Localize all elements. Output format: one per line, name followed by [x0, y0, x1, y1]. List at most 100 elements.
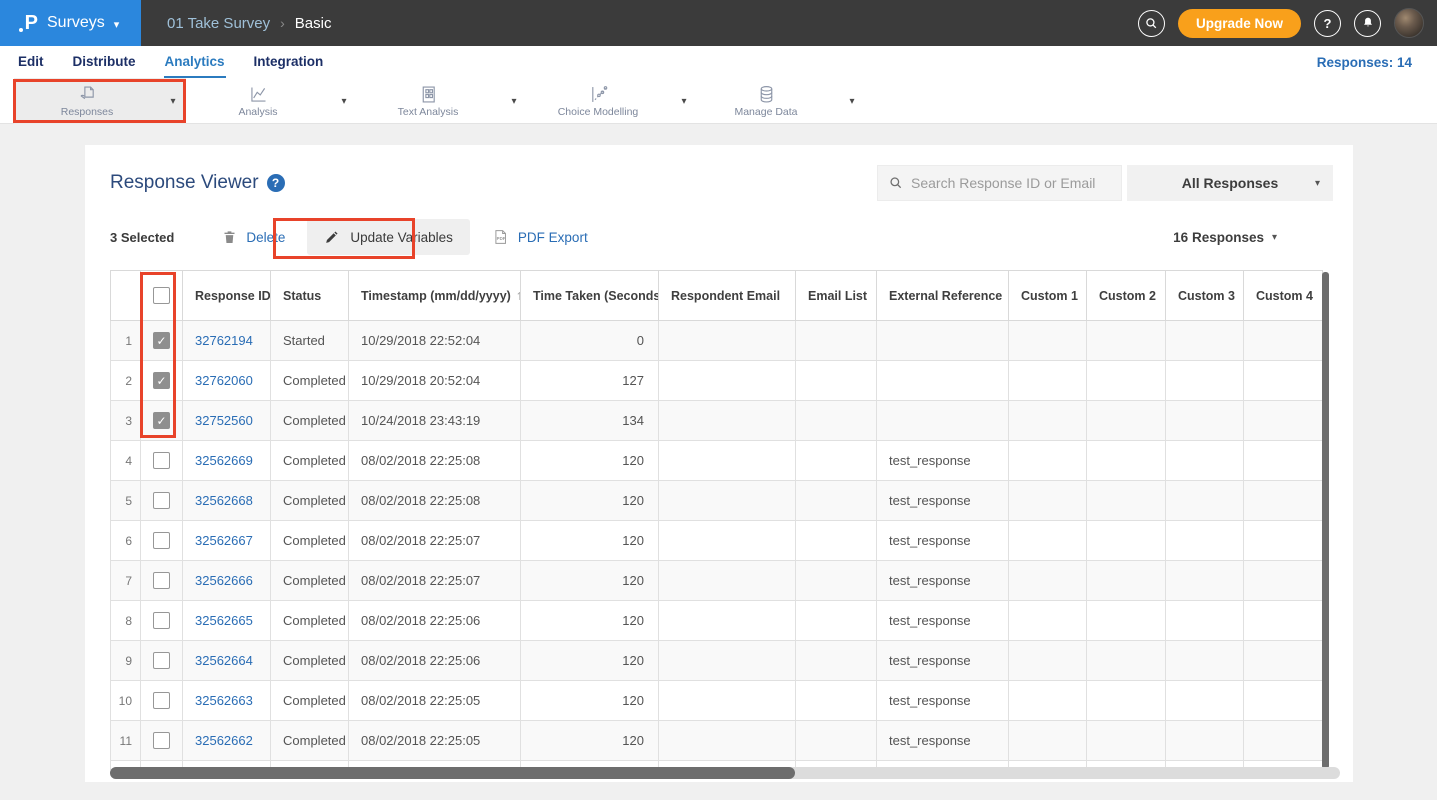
sort-icon[interactable]: ⇅	[517, 291, 521, 303]
row-checkbox[interactable]	[153, 652, 170, 669]
table-row: 432562669Completed08/02/2018 22:25:08120…	[111, 441, 1323, 481]
title-help-icon[interactable]: ?	[267, 174, 285, 192]
breadcrumb-current-page: Basic	[295, 15, 332, 32]
row-checkbox[interactable]	[153, 612, 170, 629]
tab-analytics[interactable]: Analytics	[164, 46, 226, 78]
row-checkbox-cell[interactable]: ✓	[141, 361, 183, 401]
select-all-header	[141, 271, 183, 321]
response-id-link[interactable]: 32762194	[183, 321, 271, 361]
page-title: Response Viewer ?	[110, 172, 285, 194]
table-header-row: Response ID⇅StatusTimestamp (mm/dd/yyyy)…	[111, 271, 1323, 321]
response-search-input[interactable]	[911, 175, 1110, 191]
table-row: 732562666Completed08/02/2018 22:25:07120…	[111, 561, 1323, 601]
timestamp-cell: 08/02/2018 22:25:06	[349, 641, 521, 681]
product-menu[interactable]: P Surveys ▾	[0, 0, 141, 46]
row-number: 11	[111, 721, 141, 761]
response-id-link[interactable]: 32562669	[183, 441, 271, 481]
horizontal-scrollbar-thumb[interactable]	[110, 767, 795, 779]
row-checkbox-cell[interactable]	[141, 641, 183, 681]
row-checkbox-cell[interactable]	[141, 561, 183, 601]
search-button[interactable]	[1138, 10, 1165, 37]
column-header-email-list: Email List	[796, 271, 877, 321]
notifications-button[interactable]	[1354, 10, 1381, 37]
response-id-link[interactable]: 32562663	[183, 681, 271, 721]
row-checkbox[interactable]	[153, 452, 170, 469]
horizontal-scrollbar-track[interactable]	[110, 767, 1340, 779]
row-checkbox[interactable]: ✓	[153, 372, 170, 389]
status-cell: Started	[271, 321, 349, 361]
select-all-checkbox[interactable]	[153, 287, 170, 304]
table-row: 832562665Completed08/02/2018 22:25:06120…	[111, 601, 1323, 641]
toolbar-item-text-analysis[interactable]: Text Analysis ▾	[355, 78, 527, 124]
chevron-down-icon: ▾	[1315, 178, 1320, 189]
response-id-link[interactable]: 32562662	[183, 721, 271, 761]
breadcrumb-survey-link[interactable]: 01 Take Survey	[167, 15, 270, 32]
response-id-link[interactable]: 32562667	[183, 521, 271, 561]
help-button[interactable]: ?	[1314, 10, 1341, 37]
row-checkbox-cell[interactable]	[141, 521, 183, 561]
user-avatar[interactable]	[1394, 8, 1424, 38]
row-checkbox-cell[interactable]	[141, 481, 183, 521]
row-checkbox[interactable]	[153, 572, 170, 589]
row-checkbox[interactable]	[153, 732, 170, 749]
custom-2-cell	[1087, 641, 1166, 681]
update-variables-button[interactable]: Update Variables	[307, 219, 470, 255]
delete-button[interactable]: Delete	[222, 229, 285, 245]
pencil-icon	[324, 230, 339, 245]
vertical-scrollbar[interactable]	[1322, 272, 1329, 769]
row-checkbox-cell[interactable]	[141, 441, 183, 481]
row-checkbox-cell[interactable]	[141, 681, 183, 721]
survey-nav: Edit Distribute Analytics Integration Respo…	[0, 46, 1437, 78]
pdf-export-button[interactable]: PDF PDF Export	[492, 228, 588, 246]
response-id-link[interactable]: 32562668	[183, 481, 271, 521]
response-filter-dropdown[interactable]: All Responses ▾	[1127, 165, 1333, 201]
response-id-link[interactable]: 32562666	[183, 561, 271, 601]
chevron-down-icon[interactable]: ▾	[839, 96, 865, 107]
toolbar-item-responses[interactable]: Responses ▾	[14, 78, 186, 124]
chevron-down-icon[interactable]: ▾	[501, 96, 527, 107]
time-taken-cell: 120	[521, 681, 659, 721]
tab-edit[interactable]: Edit	[17, 46, 45, 78]
page-size-value: 16 Responses	[1173, 230, 1264, 245]
row-checkbox[interactable]: ✓	[153, 412, 170, 429]
time-taken-cell: 120	[521, 641, 659, 681]
row-checkbox-cell[interactable]: ✓	[141, 321, 183, 361]
row-number: 8	[111, 601, 141, 641]
row-checkbox[interactable]	[153, 492, 170, 509]
custom-4-cell	[1244, 321, 1323, 361]
response-search-box[interactable]	[877, 165, 1122, 201]
status-cell: Completed	[271, 641, 349, 681]
row-checkbox-cell[interactable]: ✓	[141, 401, 183, 441]
row-checkbox-cell[interactable]	[141, 721, 183, 761]
tab-distribute[interactable]: Distribute	[72, 46, 137, 78]
response-id-link[interactable]: 32752560	[183, 401, 271, 441]
status-cell: Completed	[271, 521, 349, 561]
row-checkbox[interactable]	[153, 692, 170, 709]
custom-4-cell	[1244, 681, 1323, 721]
chevron-down-icon[interactable]: ▾	[160, 96, 186, 107]
toolbar-item-label: Manage Data	[734, 106, 797, 118]
chevron-down-icon[interactable]: ▾	[331, 96, 357, 107]
response-id-link[interactable]: 32562665	[183, 601, 271, 641]
email-list-cell	[796, 721, 877, 761]
page-size-dropdown[interactable]: 16 Responses ▾	[1173, 230, 1277, 245]
tab-integration[interactable]: Integration	[253, 46, 325, 78]
responses-count-link[interactable]: Responses: 14	[1317, 55, 1412, 70]
toolbar-item-choice-modelling[interactable]: Choice Modelling ▾	[525, 78, 697, 124]
row-checkbox[interactable]: ✓	[153, 332, 170, 349]
toolbar-item-manage-data[interactable]: Manage Data ▾	[693, 78, 865, 124]
time-taken-cell: 134	[521, 401, 659, 441]
response-id-link[interactable]: 32562664	[183, 641, 271, 681]
column-header-response-id[interactable]: Response ID⇅	[183, 271, 271, 321]
custom-4-cell	[1244, 441, 1323, 481]
toolbar-item-analysis[interactable]: Analysis ▾	[185, 78, 357, 124]
row-number: 1	[111, 321, 141, 361]
column-header-external-reference: External Reference	[877, 271, 1009, 321]
upgrade-now-button[interactable]: Upgrade Now	[1178, 9, 1301, 38]
custom-4-cell	[1244, 521, 1323, 561]
row-checkbox-cell[interactable]	[141, 601, 183, 641]
column-header-timestamp-mm-dd-yyyy[interactable]: Timestamp (mm/dd/yyyy)⇅	[349, 271, 521, 321]
response-id-link[interactable]: 32762060	[183, 361, 271, 401]
column-header-time-taken-seconds[interactable]: Time Taken (Seconds)⇅	[521, 271, 659, 321]
row-checkbox[interactable]	[153, 532, 170, 549]
